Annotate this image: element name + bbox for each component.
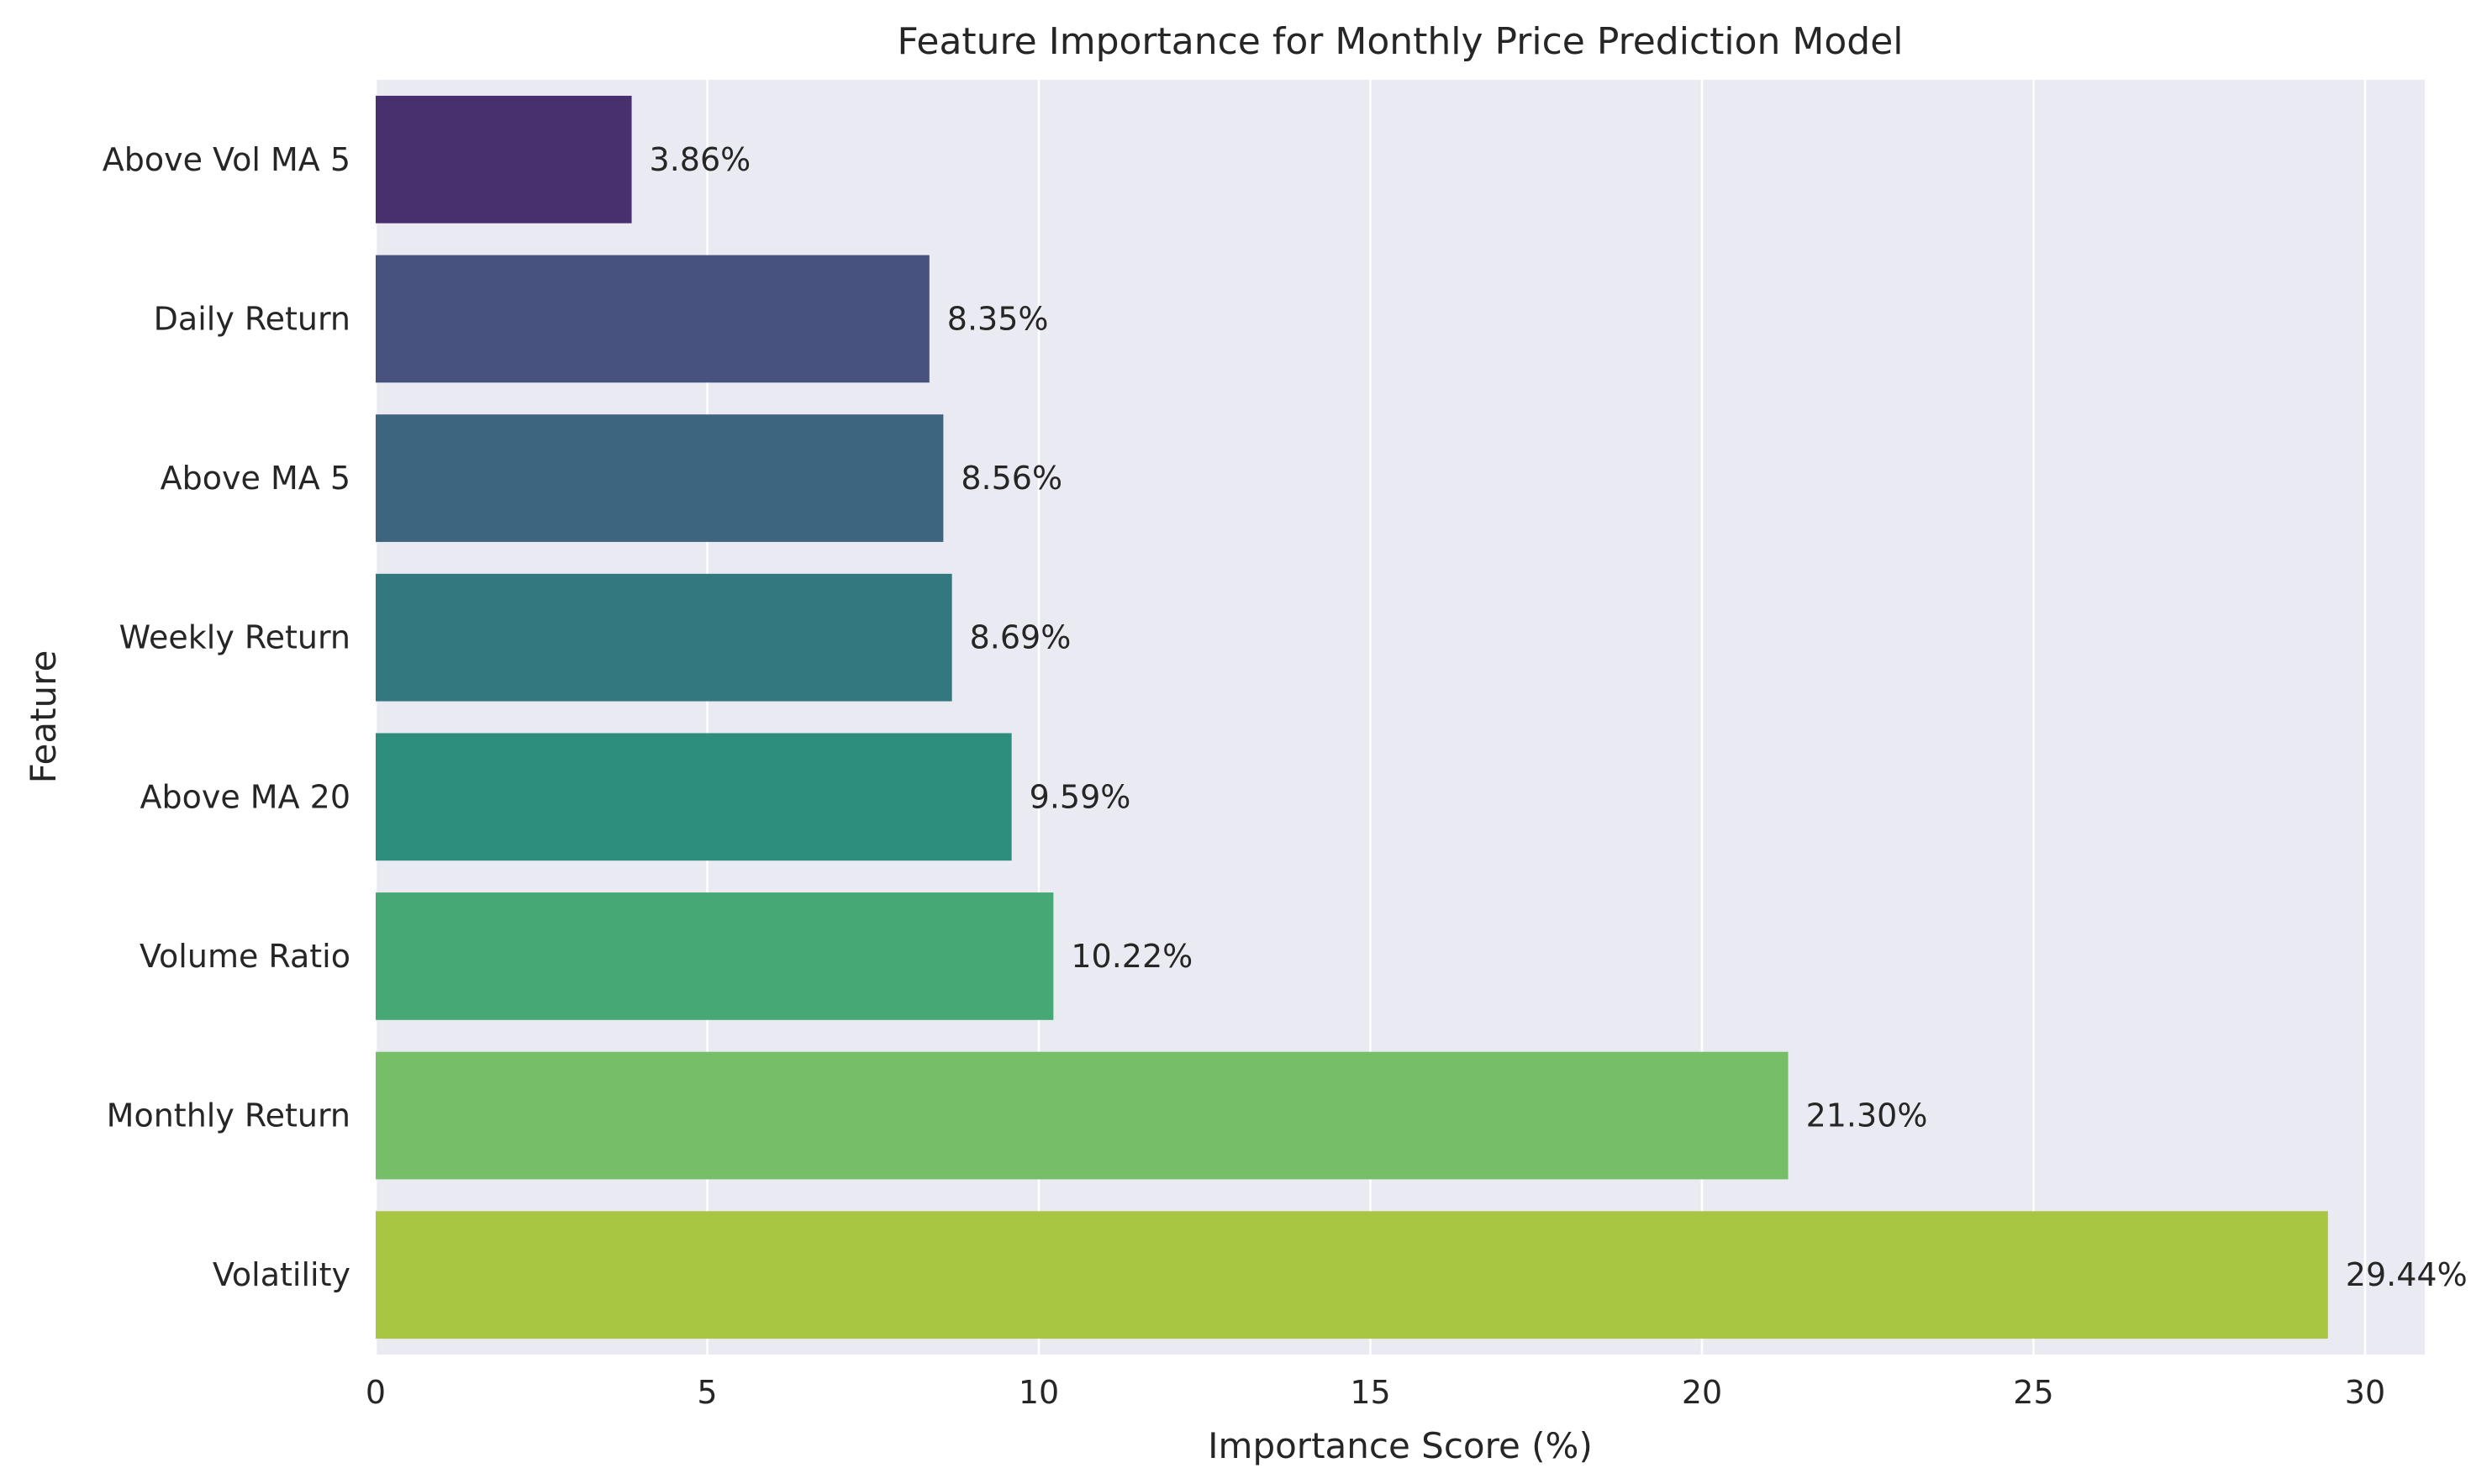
bar bbox=[376, 733, 1012, 861]
y-tick-label: Monthly Return bbox=[107, 1097, 350, 1134]
y-tick-labels: Above Vol MA 5 Daily Return Above MA 5 Week… bbox=[103, 141, 350, 1293]
x-tick-labels: 0 5 10 15 20 25 30 bbox=[366, 1374, 2385, 1411]
bar bbox=[376, 414, 944, 542]
bar bbox=[376, 1211, 2328, 1339]
x-tick-label: 5 bbox=[697, 1374, 717, 1411]
bar-value-label: 8.69% bbox=[970, 619, 1072, 656]
bar bbox=[376, 573, 952, 702]
x-axis-label: Importance Score (%) bbox=[1208, 1425, 1593, 1466]
bar bbox=[376, 892, 1054, 1020]
chart-title: Feature Importance for Monthly Price Pre… bbox=[897, 20, 1903, 63]
x-tick-label: 15 bbox=[1350, 1374, 1390, 1411]
bar-value-label: 3.86% bbox=[650, 141, 751, 178]
y-tick-label: Volume Ratio bbox=[140, 938, 350, 975]
x-tick-label: 10 bbox=[1019, 1374, 1059, 1411]
bar bbox=[376, 1051, 1789, 1180]
x-tick-label: 25 bbox=[2013, 1374, 2053, 1411]
feature-importance-chart: 3.86% 8.35% 8.56% 8.69% 9.59% 10.22% 21.30% 29.… bbox=[23, 20, 2468, 1466]
y-tick-label: Volatility bbox=[213, 1256, 350, 1293]
bar-value-label: 9.59% bbox=[1030, 778, 1131, 815]
bar-value-label: 21.30% bbox=[1806, 1097, 1928, 1134]
bar bbox=[376, 255, 930, 383]
bar-value-label: 29.44% bbox=[2346, 1256, 2468, 1293]
y-tick-label: Above MA 5 bbox=[161, 460, 350, 497]
bar-value-label: 8.35% bbox=[947, 300, 1049, 337]
bar-value-label: 8.56% bbox=[961, 460, 1062, 497]
y-tick-label: Weekly Return bbox=[119, 619, 350, 656]
x-tick-label: 0 bbox=[366, 1374, 386, 1411]
y-tick-label: Daily Return bbox=[154, 300, 350, 337]
y-tick-label: Above MA 20 bbox=[140, 778, 350, 815]
y-axis-label: Feature bbox=[23, 650, 64, 784]
bar bbox=[376, 95, 632, 224]
x-tick-label: 20 bbox=[1682, 1374, 1722, 1411]
x-tick-label: 30 bbox=[2345, 1374, 2385, 1411]
y-tick-label: Above Vol MA 5 bbox=[103, 141, 350, 178]
bar-value-label: 10.22% bbox=[1071, 938, 1193, 975]
